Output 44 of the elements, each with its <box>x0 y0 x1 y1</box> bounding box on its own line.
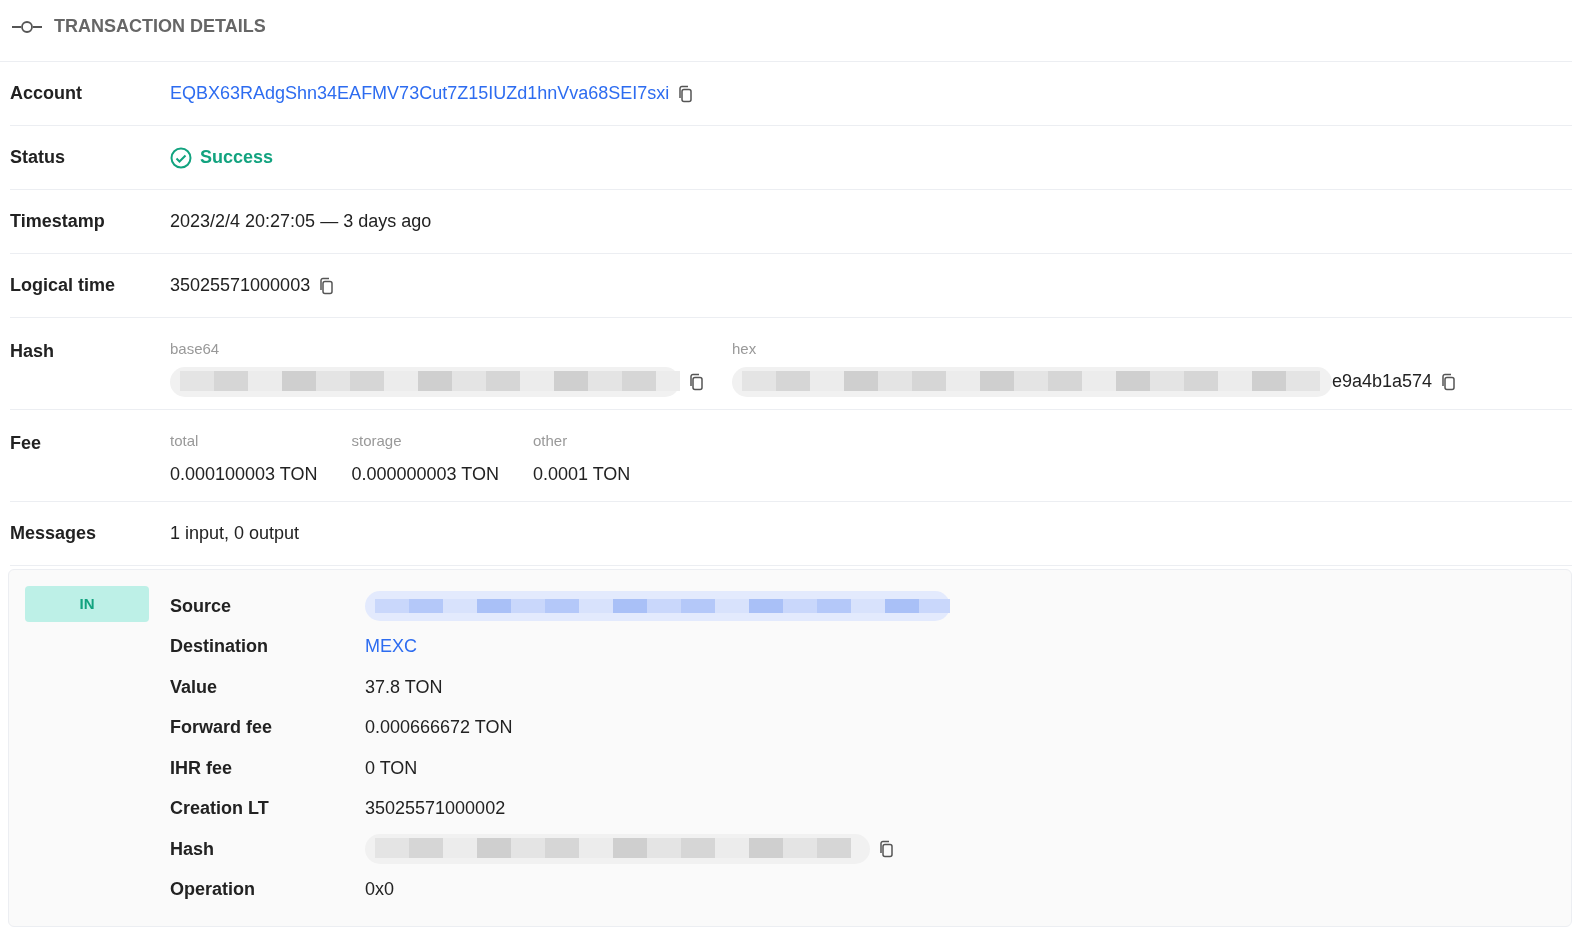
copy-icon[interactable] <box>688 372 704 391</box>
row-label: Timestamp <box>10 210 106 233</box>
row-value: 35025571000003 <box>170 274 311 297</box>
hash-value: e9a4b1a574 <box>1332 370 1433 393</box>
field-value: 35025571000002 <box>365 797 506 821</box>
copy-icon[interactable] <box>318 276 335 295</box>
fee-part-label: storage <box>351 431 403 451</box>
destination-link[interactable]: MEXC <box>365 633 417 661</box>
row-value: 2023/2/4 20:27:05 — 3 days ago <box>170 210 432 233</box>
field-value: 0x0 <box>365 878 395 902</box>
fee-part-value: 0.000000003 TON <box>351 462 499 486</box>
hash-format-label: base64 <box>170 339 221 359</box>
hash-format-label: hex <box>732 339 758 359</box>
field-label: Operation <box>170 878 256 902</box>
direction-badge: IN <box>25 586 149 622</box>
field-label: Hash <box>170 837 215 861</box>
field-label: Destination <box>170 635 269 659</box>
fee-part-value: 0.000100003 TON <box>170 462 318 486</box>
row-label: Hash <box>10 340 55 363</box>
row-label: Logical time <box>10 274 117 297</box>
copy-icon[interactable] <box>1440 372 1457 391</box>
section-title: TRANSACTION DETAILS <box>54 15 266 38</box>
check-circle-icon <box>170 146 192 169</box>
field-label: Value <box>170 675 219 699</box>
status-text: Success <box>200 146 274 169</box>
field-label: Source <box>170 594 233 618</box>
fee-part-label: other <box>532 431 569 451</box>
copy-icon[interactable] <box>878 840 894 859</box>
field-value: 37.8 TON <box>365 675 443 699</box>
field-label: IHR fee <box>170 756 233 780</box>
account-link[interactable]: EQBX63RAdgShn34EAFMV73Cut7Z15IUZd1hnVva68SEI7sxi <box>170 80 670 107</box>
fee-part-label: total <box>170 431 200 451</box>
row-label: Account <box>10 82 83 105</box>
field-label: Forward fee <box>170 716 274 740</box>
field-value: 0.000666672 TON <box>365 716 513 740</box>
field-label: Creation LT <box>170 797 270 821</box>
commit-icon <box>12 19 42 34</box>
field-value: 0 TON <box>365 756 418 780</box>
copy-icon[interactable] <box>677 84 694 103</box>
row-value: 1 input, 0 output <box>170 522 300 545</box>
fee-part-value: 0.0001 TON <box>532 462 631 486</box>
row-label: Status <box>10 146 66 169</box>
row-label: Fee <box>10 432 43 455</box>
row-label: Messages <box>10 522 98 545</box>
